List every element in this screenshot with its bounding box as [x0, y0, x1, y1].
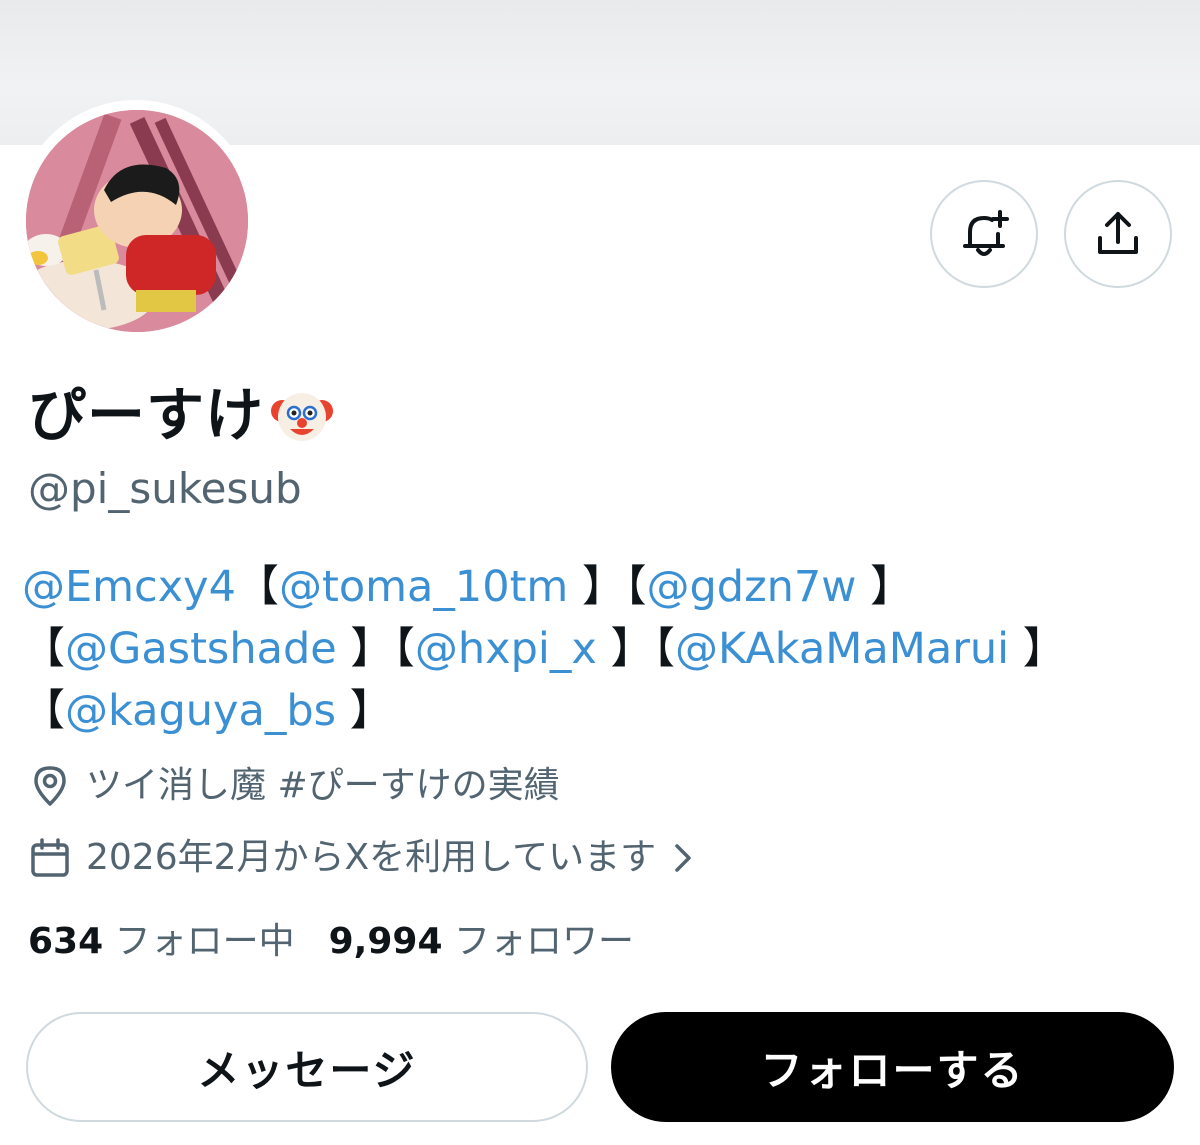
- bracket: 【: [22, 624, 65, 674]
- message-button[interactable]: メッセージ: [26, 1012, 588, 1122]
- clown-face-emoji: [271, 393, 334, 441]
- share-button[interactable]: [1064, 180, 1172, 288]
- following-label: フォロー中: [114, 921, 295, 962]
- bio-mention[interactable]: @Emcxy4: [22, 562, 236, 612]
- bracket: 】: [582, 562, 625, 612]
- followers-label: フォロワー: [453, 921, 634, 962]
- bracket: 】: [610, 624, 654, 674]
- bracket: 】: [350, 624, 394, 674]
- bio-mention[interactable]: @Gastshade: [65, 624, 337, 674]
- joined-row[interactable]: 2026年2月からXを利用しています: [28, 834, 700, 882]
- message-button-label: メッセージ: [197, 1045, 417, 1095]
- bio-mention[interactable]: @hxpi_x: [415, 624, 597, 674]
- avatar-image: [26, 110, 248, 332]
- bio-line-1: @Emcxy4【@toma_10tm 】【@gdzn7w 】: [22, 556, 1172, 618]
- followers-link[interactable]: 9,994 フォロワー: [329, 918, 634, 966]
- bracket: 】: [870, 562, 914, 612]
- display-name-text: ぴーすけ: [28, 381, 265, 449]
- chevron-right-icon: [675, 844, 691, 872]
- location-text[interactable]: ツイ消し魔 #ぴーすけの実績: [86, 762, 560, 810]
- bio-mention[interactable]: @toma_10tm: [279, 562, 568, 612]
- follow-stats: 634 フォロー中 9,994 フォロワー: [28, 918, 634, 966]
- bio-line-2: 【@Gastshade 】【@hxpi_x 】【@KAkaMaMarui 】: [22, 618, 1172, 680]
- calendar-icon: [31, 838, 69, 877]
- bell-plus-icon: [963, 210, 1009, 256]
- map-pin-icon: [34, 766, 66, 806]
- joined-text: 2026年2月からXを利用しています: [86, 837, 657, 878]
- profile-bio: @Emcxy4【@toma_10tm 】【@gdzn7w 】 【@Gastsha…: [22, 556, 1172, 742]
- bracket: 【: [393, 624, 415, 674]
- bracket: 】: [349, 686, 393, 736]
- share-upload-icon: [1098, 212, 1138, 254]
- followers-count: 9,994: [328, 921, 443, 962]
- bracket: 【: [653, 624, 675, 674]
- notify-button[interactable]: [930, 180, 1038, 288]
- bracket: 【: [22, 686, 65, 736]
- avatar[interactable]: [26, 110, 248, 332]
- following-link[interactable]: 634 フォロー中: [28, 918, 295, 966]
- bracket: 】: [1022, 624, 1066, 674]
- display-name: ぴーすけ: [28, 380, 334, 450]
- profile-handle: @pi_sukesub: [28, 464, 302, 513]
- bio-mention[interactable]: @kaguya_bs: [65, 686, 336, 736]
- location-row: ツイ消し魔 #ぴーすけの実績: [28, 762, 560, 810]
- bio-mention[interactable]: @KAkaMaMarui: [675, 624, 1009, 674]
- follow-button[interactable]: フォローする: [611, 1012, 1174, 1122]
- following-count: 634: [28, 921, 104, 962]
- bio-line-3: 【@kaguya_bs 】: [22, 680, 1172, 742]
- bracket: 【: [625, 562, 647, 612]
- follow-button-label: フォローする: [760, 1045, 1025, 1095]
- bio-mention[interactable]: @gdzn7w: [647, 562, 857, 612]
- bracket: 【: [235, 562, 279, 612]
